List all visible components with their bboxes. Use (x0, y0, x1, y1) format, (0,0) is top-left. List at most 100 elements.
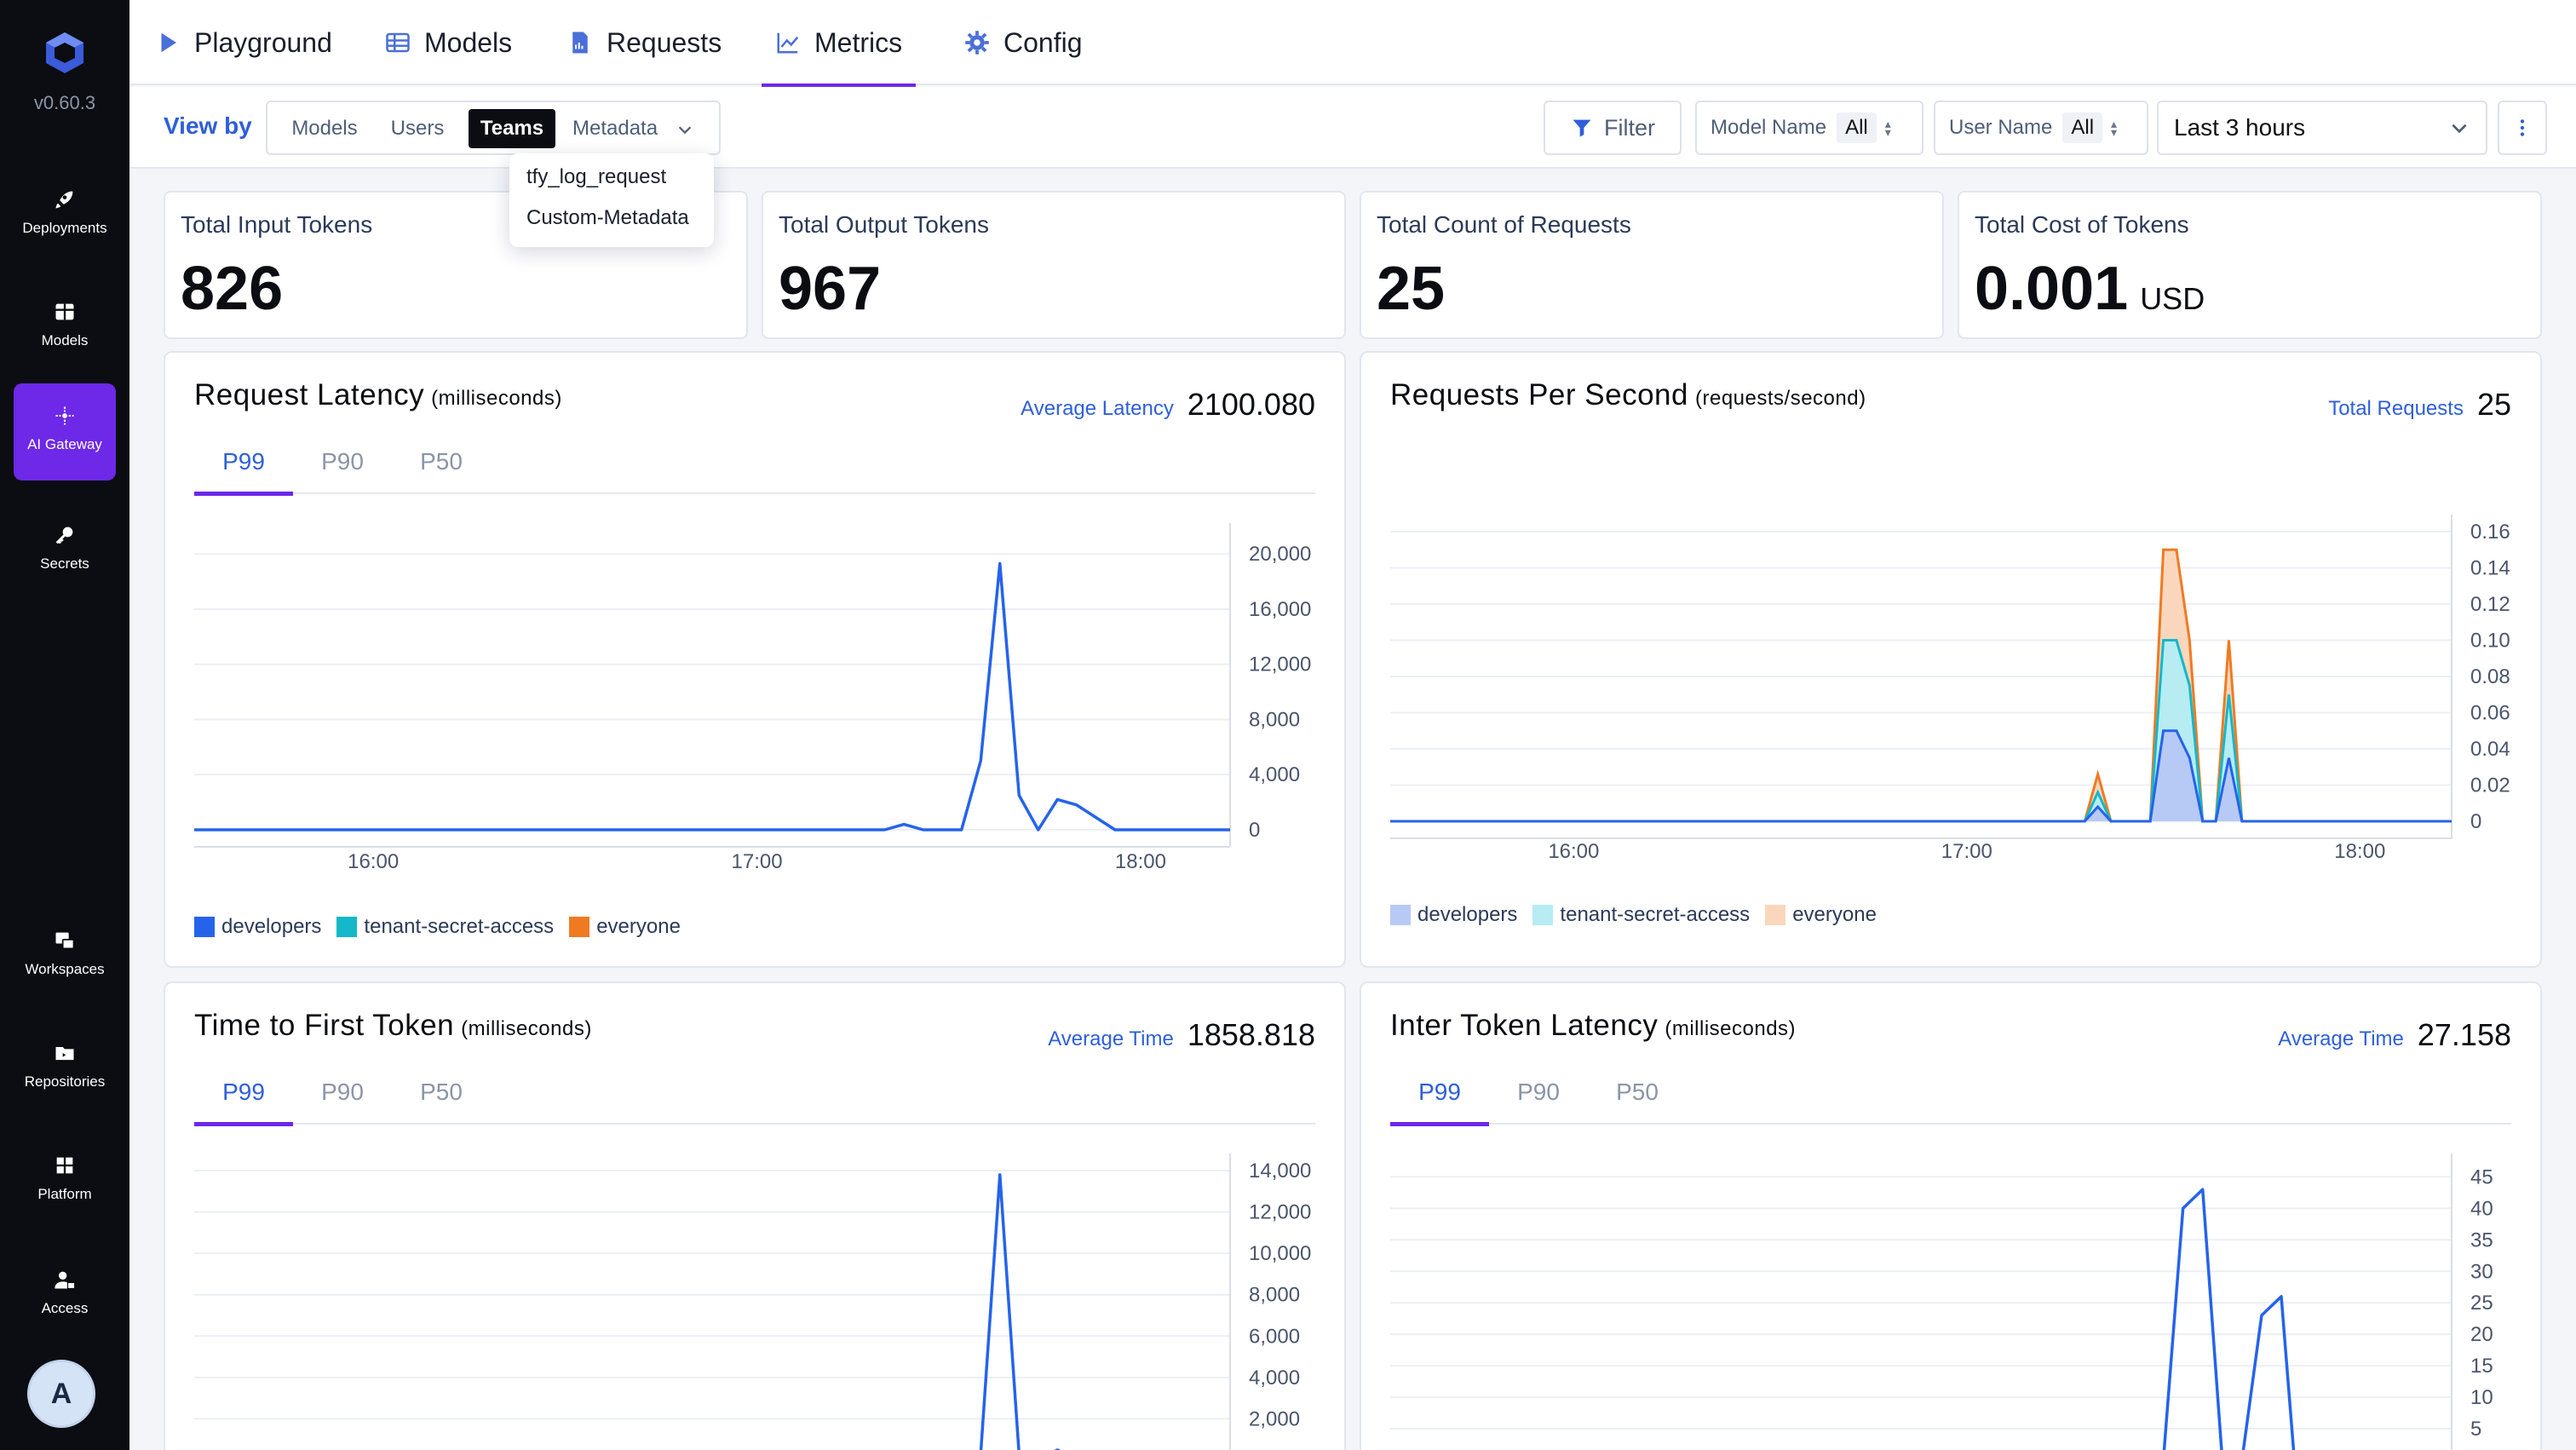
tab-p99[interactable]: P99 (194, 1079, 293, 1126)
tab-p99[interactable]: P99 (1390, 1079, 1489, 1126)
time-range-select[interactable]: Last 3 hours (2157, 101, 2487, 155)
view-option-models[interactable]: Models (274, 109, 375, 148)
legend-item-everyone[interactable]: everyone (569, 915, 681, 939)
legend-item-everyone[interactable]: everyone (1765, 903, 1877, 927)
legend-item-developers[interactable]: developers (1390, 903, 1517, 927)
sidebar-item-repositories[interactable]: Repositories (14, 1021, 116, 1118)
dropdown-item-custom-metadata[interactable]: Custom-Metadata (526, 206, 689, 230)
sidebar-item-label: Workspaces (25, 961, 105, 977)
y-tick-label: 0.04 (2470, 738, 2510, 761)
sidebar-item-deployments[interactable]: Deployments (14, 167, 116, 264)
y-tick-label: 0.06 (2470, 702, 2510, 725)
legend-item-tenant-secret-access[interactable]: tenant-secret-access (336, 915, 554, 939)
y-tick-label: 0.12 (2470, 593, 2510, 616)
tab-playground[interactable]: Playground (155, 0, 332, 85)
x-tick-label: 17:00 (732, 850, 783, 873)
sidebar-item-label: Secrets (40, 555, 89, 572)
y-tick-label: 20,000 (1249, 543, 1311, 566)
request-latency-chart: 0 4,000 8,000 12,000 16,000 20,000 16:00 17:00 1… (194, 523, 1311, 873)
top-navigation: Playground Models Requests Metrics Confi… (129, 0, 2576, 87)
tab-p50[interactable]: P50 (392, 448, 491, 494)
filter-button[interactable]: Filter (1544, 101, 1682, 155)
sidebar-item-label: Repositories (24, 1073, 106, 1090)
model-name-select[interactable]: Model Name All ▴ ▾ (1695, 101, 1923, 155)
y-tick-label: 16,000 (1249, 598, 1311, 621)
view-option-metadata[interactable]: Metadata (561, 109, 714, 148)
y-tick-label: 10 (2470, 1386, 2493, 1409)
tab-metrics[interactable]: Metrics (761, 0, 917, 87)
requests-per-second-chart: 0 0.02 0.04 0.06 0.08 0.10 0.12 0.14 0.16 16:00 17… (1390, 515, 2510, 863)
tab-p90[interactable]: P90 (293, 448, 392, 494)
chart-legend: developers tenant-secret-access everyone (1390, 903, 1892, 927)
chevron-down-icon (2452, 124, 2467, 134)
workspaces-icon (55, 932, 75, 950)
sidebar-item-secrets[interactable]: Secrets (14, 503, 116, 600)
user-name-value: All (2062, 112, 2103, 143)
tab-p90[interactable]: P90 (1489, 1079, 1588, 1125)
sidebar-item-label: Deployments (22, 220, 107, 236)
y-tick-label: 15 (2470, 1355, 2493, 1378)
legend-item-tenant-secret-access[interactable]: tenant-secret-access (1532, 903, 1750, 927)
tab-config[interactable]: Config (964, 0, 1083, 85)
sidebar-item-platform[interactable]: Platform (14, 1133, 116, 1230)
y-tick-label: 35 (2470, 1228, 2493, 1251)
filter-bar: View by Models Users Teams Metadata Filt… (129, 87, 2576, 169)
stat-value: 826 (181, 255, 284, 323)
stat-value: 0.001 USD (1975, 255, 2205, 323)
inter-token-latency-chart: 5 10 15 20 25 30 35 40 45 (1390, 1154, 2493, 1450)
line-developers (1390, 729, 2452, 823)
user-name-select[interactable]: User Name All ▴ ▾ (1934, 101, 2148, 155)
line-developers (2162, 1188, 2296, 1450)
sidebar-item-models[interactable]: Models (14, 279, 116, 377)
sidebar-item-access[interactable]: Access (14, 1247, 116, 1344)
sidebar-item-label: Models (41, 332, 89, 348)
tab-p99[interactable]: P99 (194, 448, 293, 496)
y-tick-label: 5 (2470, 1418, 2481, 1441)
y-tick-label: 20 (2470, 1323, 2493, 1346)
dropdown-item-tfy-log-request[interactable]: tfy_log_request (526, 165, 666, 189)
view-option-teams[interactable]: Teams (469, 109, 555, 148)
grid-icon (55, 303, 74, 320)
legend-item-developers[interactable]: developers (194, 915, 321, 939)
tab-requests[interactable]: Requests (567, 0, 722, 85)
sidebar: v0.60.3 Deployments Models AI Gateway Se… (0, 0, 129, 1450)
tab-p90[interactable]: P90 (293, 1079, 392, 1125)
stat-value: 967 (779, 255, 882, 323)
truefoundry-logo-icon[interactable] (43, 31, 87, 75)
sidebar-item-workspaces[interactable]: Workspaces (14, 908, 116, 1005)
y-tick-label: 2,000 (1249, 1407, 1300, 1430)
sidebar-item-ai-gateway[interactable]: AI Gateway (14, 383, 116, 480)
metadata-label: Metadata (572, 117, 658, 140)
tab-p50[interactable]: P50 (1588, 1079, 1687, 1125)
percentile-tabs: P99 P90 P50 (194, 438, 1315, 496)
gateway-icon (55, 406, 74, 425)
y-tick-label: 0.14 (2470, 557, 2510, 580)
y-tick-label: 40 (2470, 1197, 2493, 1220)
view-by-label: View by (164, 112, 252, 139)
user-lock-icon (55, 1271, 76, 1290)
more-options-button[interactable] (2498, 101, 2547, 155)
y-tick-label: 0.16 (2470, 521, 2510, 544)
avatar[interactable]: A (27, 1360, 95, 1428)
sort-arrows-icon: ▴ ▾ (2111, 117, 2118, 139)
tab-models[interactable]: Models (385, 0, 512, 85)
percentile-tabs: P99 P90 P50 (194, 1068, 1315, 1126)
chevron-down-icon (678, 126, 691, 134)
y-tick-label: 12,000 (1249, 653, 1311, 676)
app-version: v0.60.3 (33, 92, 96, 113)
stat-total-count-of-requests: Total Count of Requests 25 (1360, 191, 1944, 339)
area-tenant-secret-access (1390, 640, 2452, 821)
y-tick-label: 6,000 (1249, 1325, 1300, 1348)
document-chart-icon (572, 32, 588, 54)
rocket-icon (55, 191, 73, 209)
y-tick-label: 12,000 (1249, 1201, 1311, 1224)
sidebar-item-label: Access (41, 1300, 89, 1316)
card-title: Inter Token Latency (milliseconds) (1390, 1009, 1797, 1042)
stat-title: Total Count of Requests (1377, 211, 1631, 238)
tab-p50[interactable]: P50 (392, 1079, 491, 1125)
stat-total-output-tokens: Total Output Tokens 967 (762, 191, 1346, 339)
line-developers (194, 561, 1230, 831)
y-tick-label: 45 (2470, 1165, 2493, 1188)
tab-label: Config (1003, 26, 1083, 58)
view-option-users[interactable]: Users (375, 109, 460, 148)
